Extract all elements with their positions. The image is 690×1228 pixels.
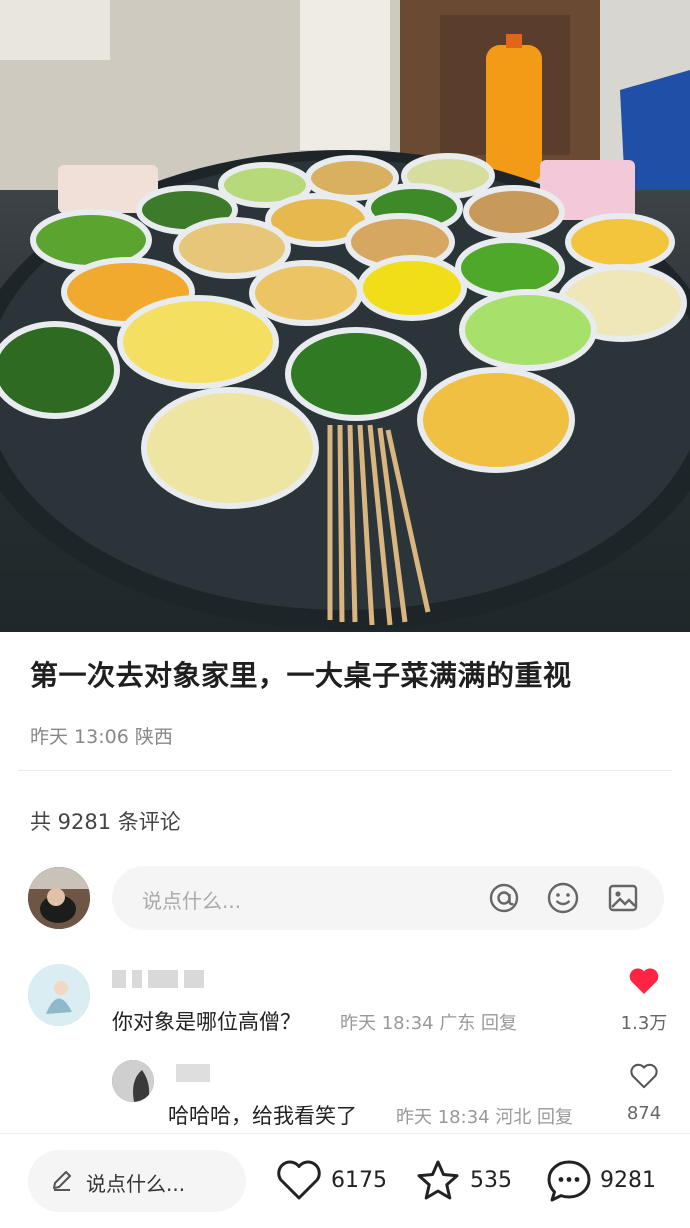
- avatar-image: [28, 867, 90, 929]
- reply-avatar[interactable]: [112, 1060, 154, 1102]
- comment-bubble-icon: [547, 1160, 591, 1202]
- like-count: 6175: [331, 1168, 387, 1193]
- comment-like-count: 1.3万: [620, 1013, 668, 1034]
- dishes-on-table-illustration: [0, 0, 690, 630]
- current-user-avatar[interactable]: [28, 867, 90, 929]
- post-meta: 昨天 13:06 陕西: [30, 726, 173, 748]
- comment-avatar[interactable]: [28, 964, 90, 1026]
- star-icon: [417, 1160, 459, 1200]
- bottom-comment-input[interactable]: 说点什么...: [28, 1150, 246, 1212]
- avatar-image: [112, 1060, 154, 1102]
- post-photo[interactable]: [0, 0, 690, 632]
- heart-filled-icon[interactable]: [628, 966, 660, 996]
- reply-meta[interactable]: 昨天 18:34 河北 回复: [396, 1103, 573, 1129]
- like-button[interactable]: 6175: [276, 1158, 388, 1204]
- favorite-count: 535: [470, 1168, 512, 1193]
- reply-username-blurred[interactable]: [176, 1064, 210, 1082]
- bottom-action-bar: 说点什么... 6175 535 9281: [0, 1133, 690, 1228]
- emoji-icon[interactable]: [545, 880, 581, 916]
- comment-input-placeholder: 说点什么...: [142, 889, 242, 913]
- at-icon[interactable]: [486, 880, 522, 916]
- comment-meta[interactable]: 昨天 18:34 广东 回复: [340, 1009, 517, 1035]
- divider: [18, 770, 672, 771]
- favorite-button[interactable]: 535: [415, 1158, 519, 1204]
- comment-count-bottom: 9281: [600, 1168, 656, 1193]
- comment-text: 你对象是哪位高僧？: [112, 1010, 301, 1034]
- post-title: 第一次去对象家里，一大桌子菜满满的重视: [30, 659, 572, 692]
- comment-button[interactable]: 9281: [545, 1158, 665, 1204]
- comment-count: 共 9281 条评论: [30, 810, 181, 834]
- avatar-image: [28, 964, 90, 1026]
- image-icon[interactable]: [605, 880, 641, 916]
- bottom-input-placeholder: 说点什么...: [86, 1172, 186, 1196]
- comment-input[interactable]: 说点什么...: [112, 866, 664, 930]
- reply-text: 哈哈哈，给我看笑了: [168, 1104, 357, 1128]
- heart-icon: [277, 1160, 321, 1200]
- heart-outline-icon[interactable]: [629, 1062, 659, 1090]
- reply-like-count: 874: [626, 1103, 662, 1124]
- pencil-icon: [53, 1171, 71, 1191]
- comment-username-blurred[interactable]: [112, 970, 210, 988]
